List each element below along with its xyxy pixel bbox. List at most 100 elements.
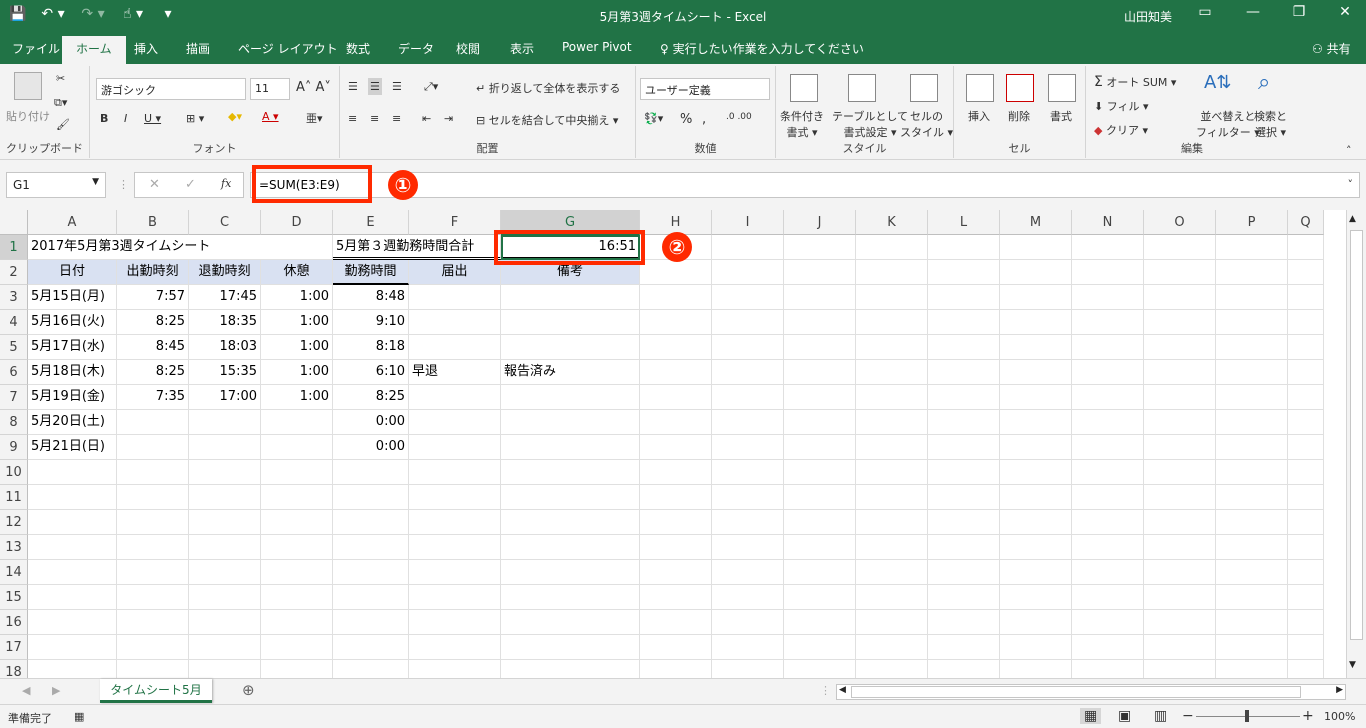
format-button[interactable]: 書式: [1050, 108, 1072, 124]
cell-o15[interactable]: [1144, 585, 1216, 610]
cut-icon[interactable]: ✂: [56, 72, 65, 85]
cell-a13[interactable]: [28, 535, 117, 560]
cell-q10[interactable]: [1288, 460, 1324, 485]
cell-p15[interactable]: [1216, 585, 1288, 610]
cell-d16[interactable]: [261, 610, 333, 635]
cell-h17[interactable]: [640, 635, 712, 660]
row-header-8[interactable]: 8: [0, 410, 28, 435]
cell-c11[interactable]: [189, 485, 261, 510]
increase-decimal-icon[interactable]: .0 .00: [726, 112, 752, 122]
cell-q16[interactable]: [1288, 610, 1324, 635]
cell-a3[interactable]: 5月15日(月): [28, 285, 117, 310]
row-header-13[interactable]: 13: [0, 535, 28, 560]
cell-m17[interactable]: [1000, 635, 1072, 660]
cell-k12[interactable]: [856, 510, 928, 535]
cell-m12[interactable]: [1000, 510, 1072, 535]
cell-q18[interactable]: [1288, 660, 1324, 678]
merge-center-button[interactable]: ⊟ セルを結合して中央揃え ▾: [476, 112, 618, 128]
cell-e4[interactable]: 9:10: [333, 310, 409, 335]
cell-g6[interactable]: 報告済み: [501, 360, 640, 385]
format-as-table-button[interactable]: テーブルとして 書式設定 ▾: [832, 108, 908, 140]
name-box[interactable]: G1 ▼: [6, 172, 106, 198]
cell-i15[interactable]: [712, 585, 784, 610]
scroll-down-icon[interactable]: ▼: [1349, 660, 1356, 670]
cell-a16[interactable]: [28, 610, 117, 635]
cell-n17[interactable]: [1072, 635, 1144, 660]
cell-o6[interactable]: [1144, 360, 1216, 385]
cell-g14[interactable]: [501, 560, 640, 585]
cell-f7[interactable]: [409, 385, 501, 410]
cell-j9[interactable]: [784, 435, 856, 460]
cell-j14[interactable]: [784, 560, 856, 585]
cell-m2[interactable]: [1000, 260, 1072, 285]
cell-p1[interactable]: [1216, 235, 1288, 260]
cell-g7[interactable]: [501, 385, 640, 410]
cell-m18[interactable]: [1000, 660, 1072, 678]
cell-o18[interactable]: [1144, 660, 1216, 678]
paste-button[interactable]: 貼り付け: [6, 108, 50, 124]
cell-g11[interactable]: [501, 485, 640, 510]
cell-e3[interactable]: 8:48: [333, 285, 409, 310]
cell-q11[interactable]: [1288, 485, 1324, 510]
cell-d18[interactable]: [261, 660, 333, 678]
cell-i18[interactable]: [712, 660, 784, 678]
cell-i17[interactable]: [712, 635, 784, 660]
cell-b13[interactable]: [117, 535, 189, 560]
column-header-c[interactable]: C: [189, 210, 261, 235]
increase-indent-icon[interactable]: ⇥: [444, 112, 453, 125]
cell-j11[interactable]: [784, 485, 856, 510]
cell-n11[interactable]: [1072, 485, 1144, 510]
cell-l8[interactable]: [928, 410, 1000, 435]
cell-q6[interactable]: [1288, 360, 1324, 385]
scroll-right-icon[interactable]: ▶: [1336, 685, 1343, 695]
share-button[interactable]: ⚇ 共有: [1312, 40, 1351, 57]
cell-k16[interactable]: [856, 610, 928, 635]
cancel-icon[interactable]: ✕: [149, 177, 160, 192]
borders-icon[interactable]: ⊞ ▾: [186, 112, 204, 125]
decrease-indent-icon[interactable]: ⇤: [422, 112, 431, 125]
cell-a1[interactable]: 2017年5月第3週タイムシート: [28, 235, 210, 260]
cell-h15[interactable]: [640, 585, 712, 610]
row-header-5[interactable]: 5: [0, 335, 28, 360]
cell-h18[interactable]: [640, 660, 712, 678]
cell-b5[interactable]: 8:45: [117, 335, 189, 360]
cell-o16[interactable]: [1144, 610, 1216, 635]
cell-k4[interactable]: [856, 310, 928, 335]
cell-k10[interactable]: [856, 460, 928, 485]
cell-l10[interactable]: [928, 460, 1000, 485]
cell-o11[interactable]: [1144, 485, 1216, 510]
select-all-corner[interactable]: [0, 210, 28, 235]
cell-f13[interactable]: [409, 535, 501, 560]
row-header-14[interactable]: 14: [0, 560, 28, 585]
cell-styles-icon[interactable]: [910, 74, 938, 102]
cell-o3[interactable]: [1144, 285, 1216, 310]
cell-a5[interactable]: 5月17日(水): [28, 335, 117, 360]
row-header-7[interactable]: 7: [0, 385, 28, 410]
cell-d6[interactable]: 1:00: [261, 360, 333, 385]
cell-c17[interactable]: [189, 635, 261, 660]
cell-n2[interactable]: [1072, 260, 1144, 285]
cell-f14[interactable]: [409, 560, 501, 585]
cell-q4[interactable]: [1288, 310, 1324, 335]
tab-home[interactable]: ホーム: [62, 36, 126, 64]
cell-j5[interactable]: [784, 335, 856, 360]
cell-m7[interactable]: [1000, 385, 1072, 410]
cell-h4[interactable]: [640, 310, 712, 335]
cell-b14[interactable]: [117, 560, 189, 585]
cell-o5[interactable]: [1144, 335, 1216, 360]
cell-j18[interactable]: [784, 660, 856, 678]
cell-h9[interactable]: [640, 435, 712, 460]
cell-a15[interactable]: [28, 585, 117, 610]
prev-sheet-icon[interactable]: ◀: [22, 684, 30, 697]
cell-c9[interactable]: [189, 435, 261, 460]
cell-f12[interactable]: [409, 510, 501, 535]
cell-e5[interactable]: 8:18: [333, 335, 409, 360]
cell-d8[interactable]: [261, 410, 333, 435]
column-header-l[interactable]: L: [928, 210, 1000, 235]
close-icon[interactable]: ✕: [1330, 4, 1360, 20]
cell-n12[interactable]: [1072, 510, 1144, 535]
cell-c10[interactable]: [189, 460, 261, 485]
cell-l12[interactable]: [928, 510, 1000, 535]
cell-g15[interactable]: [501, 585, 640, 610]
cell-k1[interactable]: [856, 235, 928, 260]
